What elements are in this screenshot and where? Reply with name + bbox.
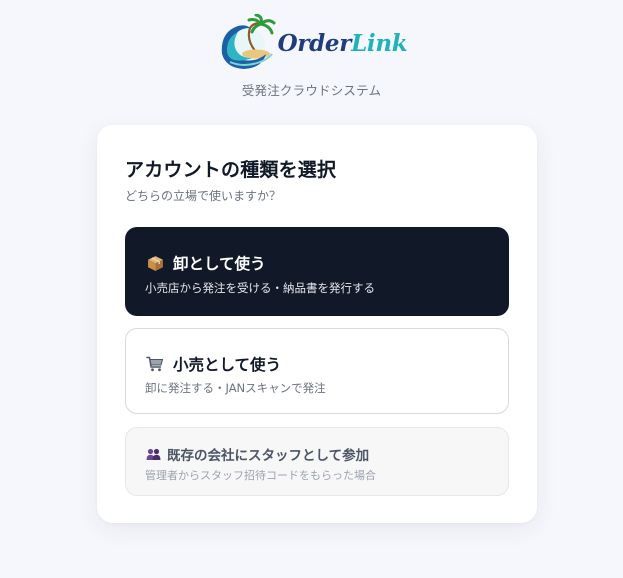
join-as-staff-option-description: 管理者からスタッフ招待コードをもらった場合 (145, 469, 376, 482)
brand-header: OrderLink 受発注クラウドシステム (0, 14, 623, 99)
package-icon (145, 254, 165, 272)
logo-word-link: Link (351, 29, 408, 57)
join-as-staff-option-button[interactable]: 既存の会社にスタッフとして参加 管理者からスタッフ招待コードをもらった場合 (125, 427, 509, 496)
logo-word-order: Order (277, 29, 352, 57)
tagline: 受発注クラウドシステム (241, 83, 382, 98)
join-as-staff-option-title: 既存の会社にスタッフとして参加 (167, 448, 370, 464)
wholesale-option-button[interactable]: 卸として使う 小売店から発注を受ける・納品書を発行する (125, 227, 509, 316)
retail-option-description: 卸に発注する・JANスキャンで発注 (145, 381, 326, 395)
wholesale-option-title: 卸として使う (173, 255, 266, 273)
logo: OrderLink (216, 14, 408, 72)
wave-palm-island-logo-icon (220, 14, 276, 69)
retail-option-title: 小売として使う (173, 356, 282, 374)
card-subtitle: どちらの立場で使いますか？ (125, 189, 282, 203)
card-title: アカウントの種類を選択 (125, 159, 337, 181)
logo-wordmark: OrderLink (278, 30, 408, 57)
retail-option-button[interactable]: 小売として使う 卸に発注する・JANスキャンで発注 (125, 328, 509, 414)
shopping-cart-icon (145, 355, 165, 373)
account-type-card: アカウントの種類を選択 どちらの立場で使いますか？ 卸として使う 小売店から発注… (97, 125, 537, 523)
people-icon (145, 445, 161, 463)
wholesale-option-description: 小売店から発注を受ける・納品書を発行する (145, 281, 375, 295)
